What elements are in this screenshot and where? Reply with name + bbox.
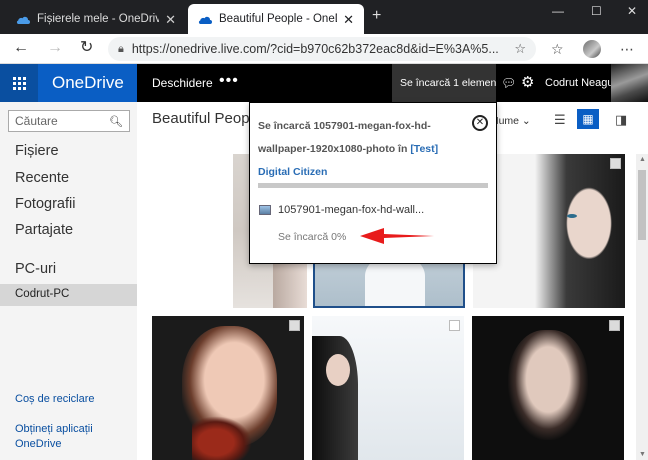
app-launcher-waffle-icon[interactable] (0, 64, 38, 102)
get-apps-link-line2[interactable]: OneDrive (15, 438, 61, 450)
address-bar[interactable]: 🔒︎ https://onedrive.live.com/?cid=b970c6… (108, 37, 536, 61)
tab-title: Fișierele mele - OneDrive (37, 13, 160, 25)
upload-message: Se încarcă 1057901-megan-fox-hd-wallpape… (258, 115, 468, 184)
recycle-bin-link[interactable]: Coș de reciclare (15, 393, 94, 405)
content-scrollbar[interactable]: ▲ ▼ (636, 154, 648, 460)
folder-title: Beautiful Peop (152, 110, 250, 127)
search-icon[interactable]: 🔍︎ (109, 115, 123, 128)
image-file-icon (259, 205, 271, 215)
open-command[interactable]: Deschidere (152, 64, 213, 102)
details-pane-icon[interactable]: ◨ (615, 112, 627, 128)
forward-arrow-icon[interactable]: → (47, 39, 63, 57)
onedrive-brand[interactable]: OneDrive (38, 64, 137, 102)
url-text: https://onedrive.live.com/?cid=b970c62b3… (131, 42, 499, 56)
sidebar-item-pc[interactable]: Codrut-PC (0, 284, 137, 306)
feedback-icon[interactable]: 💬︎ (501, 64, 516, 102)
sidebar-item-label: Codrut-PC (15, 288, 70, 300)
upload-progress-bar (258, 183, 488, 188)
onedrive-cloud-icon (198, 16, 212, 24)
user-name[interactable]: Codrut Neagu (545, 64, 614, 102)
scroll-up-icon[interactable]: ▲ (639, 156, 646, 163)
left-navigation: Căutare 🔍︎ Fișiere Recente Fotografii Pa… (0, 102, 137, 460)
new-tab-plus-icon[interactable]: + (372, 8, 381, 24)
select-checkbox[interactable] (610, 158, 621, 169)
favorite-star-icon[interactable]: ☆ (514, 41, 526, 57)
window-close-icon[interactable]: ✕ (627, 4, 637, 18)
sidebar-item-recent[interactable]: Recente (15, 170, 69, 186)
browser-toolbar: ← → ↻ 🔒︎ https://onedrive.live.com/?cid=… (0, 34, 648, 64)
sidebar-item-shared[interactable]: Partajate (15, 222, 73, 238)
tab-close-icon[interactable]: ✕ (343, 13, 354, 26)
onedrive-header: OneDrive Deschidere ••• Se încarcă 1 ele… (0, 64, 648, 102)
upload-progress-text: Se încarcă 0% (278, 231, 347, 243)
annotation-arrow-icon (360, 228, 434, 244)
upload-message-text: Se încarcă 1057901-megan-fox-hd-wallpape… (258, 120, 431, 155)
more-commands-icon[interactable]: ••• (219, 64, 239, 102)
lock-icon: 🔒︎ (118, 42, 124, 55)
menu-dots-icon[interactable]: ⋯ (620, 41, 634, 58)
get-apps-link[interactable]: Obțineți aplicații (15, 423, 93, 435)
sidebar-item-photos[interactable]: Fotografii (15, 196, 75, 212)
photo-tile-dark-portrait[interactable] (472, 316, 624, 460)
maximize-icon[interactable]: ☐ (591, 4, 602, 18)
browser-tab-strip: Fișierele mele - OneDrive ✕ Beautiful Pe… (0, 0, 648, 34)
refresh-icon[interactable]: ↻ (80, 39, 93, 57)
scrollbar-thumb[interactable] (638, 170, 646, 240)
tab-beautiful-people[interactable]: Beautiful People - OneDrive ✕ (188, 4, 364, 34)
list-view-icon[interactable]: ☰ (554, 112, 566, 128)
tab-close-icon[interactable]: ✕ (165, 13, 176, 26)
upload-status-button[interactable]: Se încarcă 1 element... (392, 64, 496, 102)
user-photo[interactable] (611, 64, 648, 102)
select-checkbox[interactable] (289, 320, 300, 331)
back-arrow-icon[interactable]: ← (13, 39, 29, 57)
minimize-icon[interactable]: — (552, 4, 564, 18)
photo-tile-woman-feathers[interactable] (152, 316, 304, 460)
search-input[interactable]: Căutare (15, 114, 109, 128)
onedrive-cloud-icon (16, 16, 30, 24)
profile-avatar[interactable] (583, 40, 601, 58)
sidebar-heading-pcs[interactable]: PC-uri (15, 261, 56, 277)
favorites-icon[interactable]: ☆ (551, 41, 564, 58)
tab-my-files[interactable]: Fișierele mele - OneDrive ✕ (6, 4, 186, 34)
select-checkbox[interactable] (449, 320, 460, 331)
tiles-view-icon[interactable]: ▦ (577, 109, 599, 129)
close-popup-icon[interactable]: ✕ (472, 115, 488, 131)
tab-title: Beautiful People - OneDrive (219, 13, 337, 25)
upload-file-name: 1057901-megan-fox-hd-wall... (278, 204, 425, 216)
select-checkbox[interactable] (609, 320, 620, 331)
gear-icon[interactable]: ⚙ (521, 64, 534, 102)
search-box[interactable]: Căutare 🔍︎ (8, 110, 130, 132)
photo-tile-woman-hair[interactable] (312, 316, 464, 460)
scroll-down-icon[interactable]: ▼ (639, 451, 646, 458)
sidebar-item-files[interactable]: Fișiere (15, 143, 59, 159)
